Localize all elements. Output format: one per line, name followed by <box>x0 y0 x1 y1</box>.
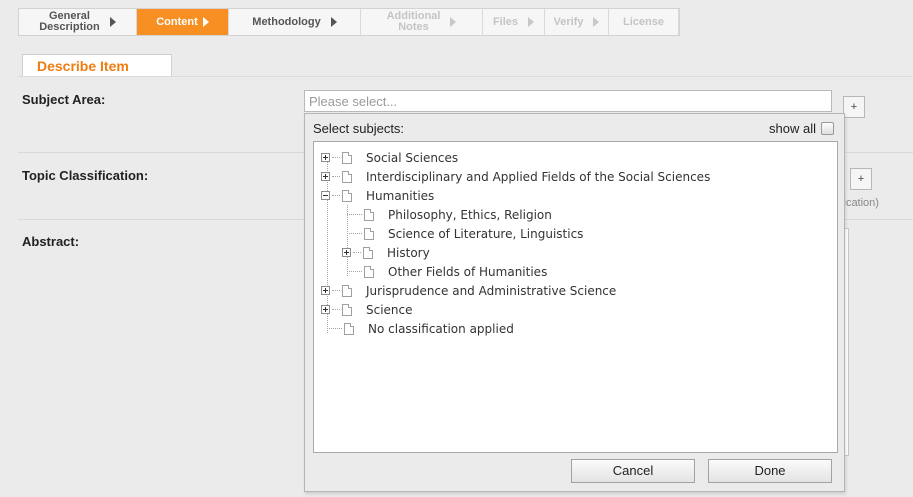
document-icon <box>363 246 373 259</box>
subject-dropdown-panel: Select subjects: show all Social Science… <box>304 113 845 492</box>
tab-general-description[interactable]: General Description <box>19 9 137 35</box>
tree-connector <box>332 290 340 291</box>
wizard-steps: General Description Content Methodology … <box>0 0 913 40</box>
expand-icon[interactable] <box>321 305 330 314</box>
tab-files: Files <box>483 9 545 35</box>
tab-verify: Verify <box>545 9 609 35</box>
tab-license-label: License <box>623 15 664 28</box>
wizard-tabbar: General Description Content Methodology … <box>18 8 680 36</box>
tree-node-social-sciences[interactable]: Social Sciences <box>321 148 458 167</box>
tree-node-jurisprudence[interactable]: Jurisprudence and Administrative Science <box>321 281 616 300</box>
tree-connector <box>347 214 362 215</box>
tree-connector <box>353 252 361 253</box>
section-title: Describe Item <box>22 54 172 76</box>
document-icon <box>364 227 374 240</box>
tree-node-science[interactable]: Science <box>321 300 413 319</box>
subject-area-add-button[interactable]: + <box>843 96 865 118</box>
arrow-right-icon <box>528 17 535 27</box>
tree-node-interdisciplinary[interactable]: Interdisciplinary and Applied Fields of … <box>321 167 710 186</box>
tree-node-label: Philosophy, Ethics, Religion <box>388 207 552 222</box>
collapse-icon[interactable] <box>321 191 330 200</box>
tree-node-label: No classification applied <box>368 321 514 336</box>
document-icon <box>364 208 374 221</box>
tree-connector <box>327 328 342 329</box>
tree-node-other-humanities[interactable]: Other Fields of Humanities <box>347 262 547 281</box>
tab-content[interactable]: Content <box>137 9 229 35</box>
select-subjects-heading: Select subjects: <box>313 121 405 136</box>
subject-area-select[interactable]: Please select... <box>304 90 832 112</box>
show-all-toggle[interactable]: show all <box>769 121 834 136</box>
tree-node-history[interactable]: History <box>342 243 430 262</box>
tree-node-label: Science <box>366 302 413 317</box>
tree-node-philosophy[interactable]: Philosophy, Ethics, Religion <box>347 205 552 224</box>
tab-files-label: Files <box>492 15 519 28</box>
tab-additional-notes: Additional Notes <box>361 9 483 35</box>
tab-methodology-label: Methodology <box>252 15 321 28</box>
expand-icon[interactable] <box>321 153 330 162</box>
tab-verify-label: Verify <box>553 15 584 28</box>
tree-node-label: Humanities <box>366 188 435 203</box>
arrow-right-icon <box>330 17 337 27</box>
document-icon <box>342 189 352 202</box>
tree-node-label: History <box>387 245 430 260</box>
tab-methodology[interactable]: Methodology <box>229 9 361 35</box>
subject-area-label: Subject Area: <box>22 92 106 107</box>
show-all-checkbox[interactable] <box>821 122 834 135</box>
document-icon <box>364 265 374 278</box>
tree-node-no-classification[interactable]: No classification applied <box>327 319 514 338</box>
document-icon <box>344 322 354 335</box>
document-icon <box>342 170 352 183</box>
tree-node-label: Jurisprudence and Administrative Science <box>366 283 617 298</box>
expand-icon[interactable] <box>321 286 330 295</box>
tree-node-label: Science of Literature, Linguistics <box>388 226 584 241</box>
show-all-label: show all <box>769 121 816 136</box>
done-button[interactable]: Done <box>708 459 832 483</box>
tree-node-literature-linguistics[interactable]: Science of Literature, Linguistics <box>347 224 583 243</box>
tab-license: License <box>609 9 679 35</box>
arrow-right-icon <box>593 17 600 27</box>
tree-connector <box>347 271 362 272</box>
tree-connector <box>332 157 340 158</box>
cancel-button[interactable]: Cancel <box>571 459 695 483</box>
tree-node-label: Interdisciplinary and Applied Fields of … <box>366 169 711 184</box>
tree-node-humanities[interactable]: Humanities <box>321 186 434 205</box>
tree-connector <box>332 309 340 310</box>
expand-icon[interactable] <box>321 172 330 181</box>
abstract-label: Abstract: <box>22 234 80 249</box>
tree-connector <box>332 195 340 196</box>
tree-connector <box>332 176 340 177</box>
topic-classification-label: Topic Classification: <box>22 168 149 183</box>
document-icon <box>342 284 352 297</box>
document-icon <box>342 151 352 164</box>
tree-node-label: Other Fields of Humanities <box>388 264 548 279</box>
arrow-right-icon <box>109 17 116 27</box>
tab-content-label: Content <box>156 15 198 28</box>
subject-tree[interactable]: Social Sciences Interdisciplinary and Ap… <box>313 141 838 453</box>
tree-node-label: Social Sciences <box>366 150 459 165</box>
document-icon <box>342 303 352 316</box>
tab-general-description-label: General Description <box>39 10 100 33</box>
arrow-right-icon <box>202 17 209 27</box>
expand-icon[interactable] <box>342 248 351 257</box>
arrow-right-icon <box>450 17 457 27</box>
tree-connector <box>347 233 362 234</box>
tab-additional-notes-label: Additional Notes <box>386 10 441 33</box>
topic-classification-add-button[interactable]: + <box>850 168 872 190</box>
